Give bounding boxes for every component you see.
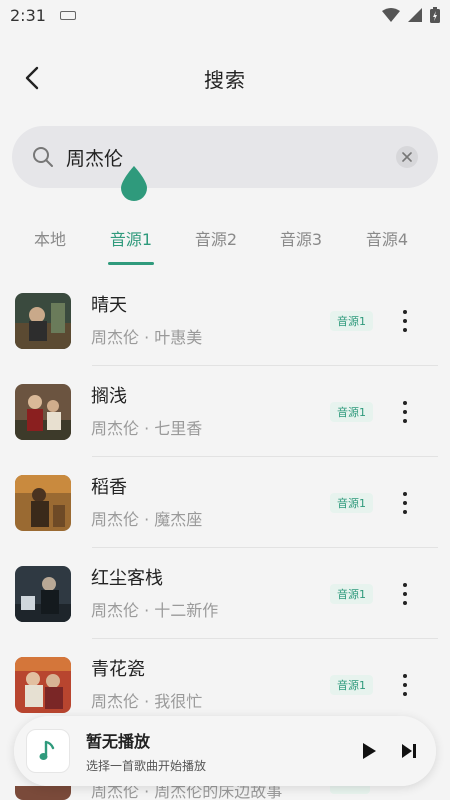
skip-next-icon [402, 744, 416, 758]
close-icon [402, 152, 412, 162]
status-bar: 2:31 [0, 0, 450, 30]
player-info: 暂无播放 选择一首歌曲开始播放 [86, 728, 354, 774]
keyboard-icon [59, 10, 76, 20]
song-row[interactable]: 红尘客栈 周杰伦 · 十二新作 音源1 [0, 548, 450, 639]
tab-source-4[interactable]: 音源4 [366, 226, 408, 250]
app-header: 搜索 [0, 52, 450, 104]
cursor-handle-icon[interactable] [119, 166, 149, 202]
song-row-partial[interactable]: 周杰伦 · 周杰伦的床边故事 [0, 786, 450, 800]
more-options-button[interactable] [395, 398, 415, 426]
tab-source-1[interactable]: 音源1 [110, 226, 152, 250]
album-cover [15, 656, 71, 713]
more-options-button[interactable] [395, 307, 415, 335]
source-badge: 音源1 [330, 493, 373, 513]
song-row[interactable]: 稻香 周杰伦 · 魔杰座 音源1 [0, 457, 450, 548]
play-button[interactable] [354, 736, 384, 766]
tab-local[interactable]: 本地 [34, 226, 66, 250]
player-title: 暂无播放 [86, 732, 151, 751]
source-badge: 音源1 [330, 311, 373, 331]
search-query[interactable]: 周杰伦 [66, 144, 396, 171]
next-button[interactable] [394, 736, 424, 766]
active-tab-indicator [108, 262, 154, 265]
song-artist-album: 周杰伦 · 周杰伦的床边故事 [91, 786, 283, 800]
tab-source-3[interactable]: 音源3 [280, 226, 322, 250]
album-cover [15, 474, 71, 531]
source-badge: 音源1 [330, 675, 373, 695]
song-list: 晴天 周杰伦 · 叶惠美 音源1 搁浅 周杰伦 · 七里香 音源1 稻香 周杰伦… [0, 275, 450, 730]
mini-player[interactable]: 暂无播放 选择一首歌曲开始播放 [14, 716, 436, 786]
more-options-button[interactable] [395, 671, 415, 699]
song-row[interactable]: 晴天 周杰伦 · 叶惠美 音源1 [0, 275, 450, 366]
wifi-icon [382, 8, 400, 22]
album-cover [15, 292, 71, 349]
chevron-left-icon [25, 66, 39, 90]
player-subtitle: 选择一首歌曲开始播放 [86, 759, 207, 773]
source-tabs: 本地 音源1 音源2 音源3 音源4 [0, 212, 450, 268]
source-badge: 音源1 [330, 584, 373, 604]
album-cover [15, 565, 71, 622]
more-options-button[interactable] [395, 489, 415, 517]
more-options-button[interactable] [395, 580, 415, 608]
album-cover [15, 383, 71, 440]
page-title: 搜索 [204, 67, 246, 92]
signal-icon [408, 8, 422, 22]
tab-source-2[interactable]: 音源2 [195, 226, 237, 250]
clear-search-button[interactable] [396, 146, 418, 168]
album-cover [15, 786, 71, 800]
status-icons [382, 7, 440, 23]
search-input[interactable]: 周杰伦 [12, 126, 438, 188]
battery-icon [430, 7, 440, 23]
source-badge [330, 786, 370, 794]
source-badge: 音源1 [330, 402, 373, 422]
player-artwork [26, 729, 70, 773]
play-icon [363, 743, 376, 759]
back-button[interactable] [16, 62, 48, 94]
search-icon [33, 147, 53, 167]
song-row[interactable]: 搁浅 周杰伦 · 七里香 音源1 [0, 366, 450, 457]
music-note-icon [39, 740, 55, 760]
status-time: 2:31 [10, 5, 46, 25]
